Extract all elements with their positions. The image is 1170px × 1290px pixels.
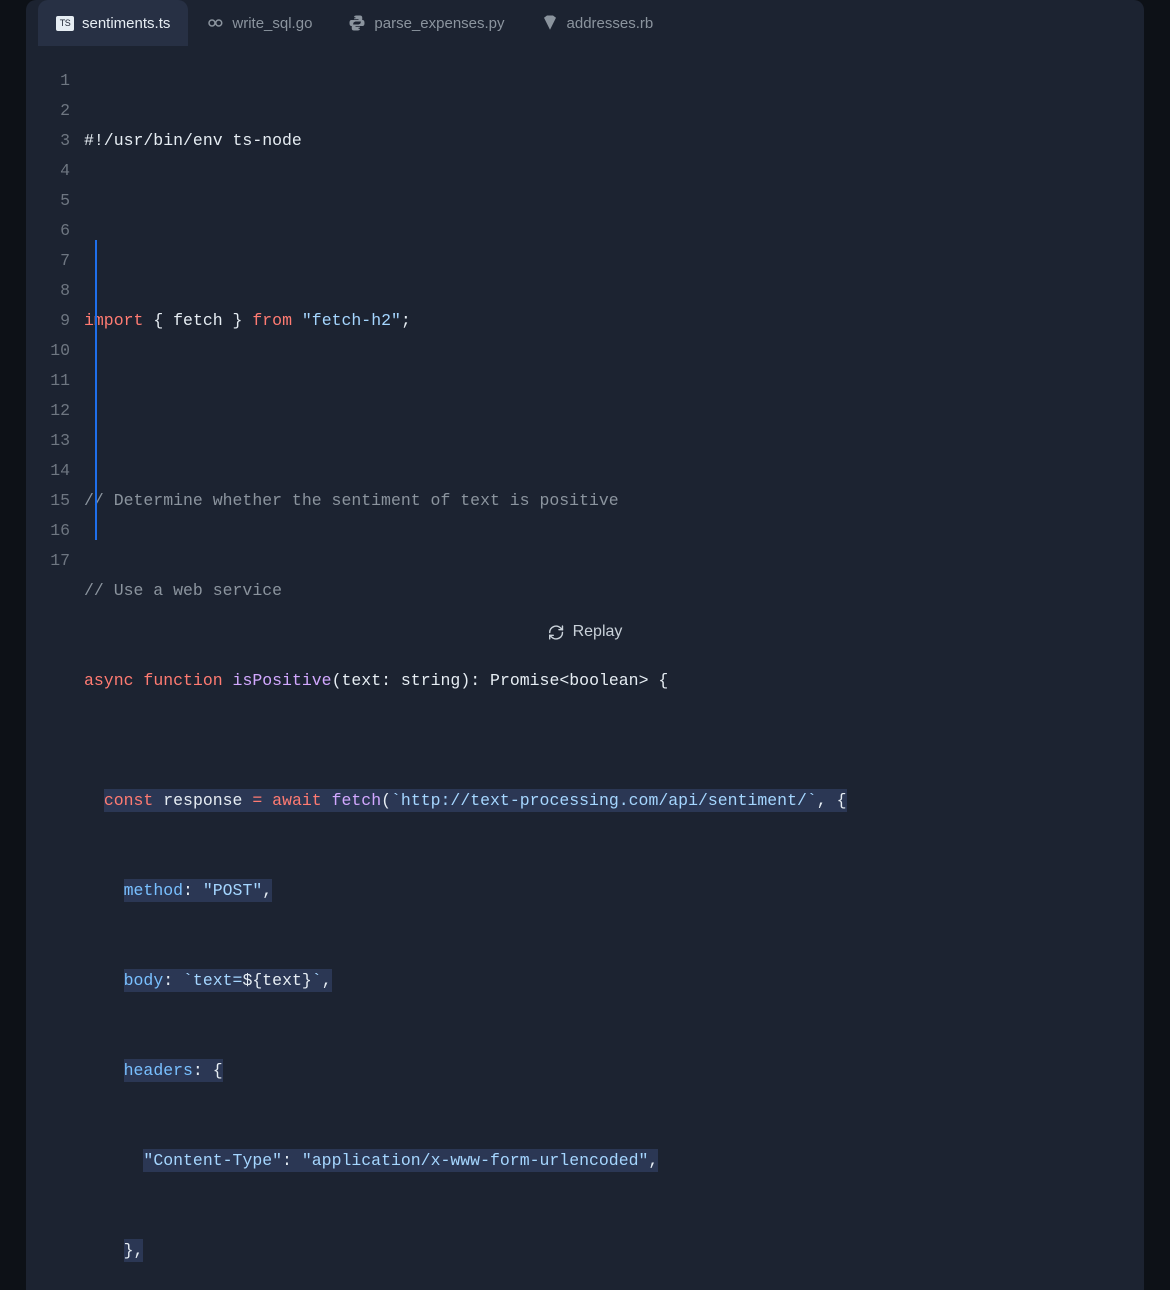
line-number: 9 xyxy=(26,306,70,336)
line-number: 5 xyxy=(26,186,70,216)
code-line xyxy=(84,396,1144,426)
code-line-suggestion: }, xyxy=(84,1236,1144,1266)
tab-bar: TS sentiments.ts write_sql.go parse_expe… xyxy=(26,0,1144,46)
line-number: 1 xyxy=(26,66,70,96)
code-line: #!/usr/bin/env ts-node xyxy=(84,126,1144,156)
code-line-suggestion: const response = await fetch(`http://tex… xyxy=(84,786,1144,816)
suggestion-indicator-bar xyxy=(95,240,97,540)
tab-sentiments[interactable]: TS sentiments.ts xyxy=(38,0,188,46)
tab-label: addresses.rb xyxy=(567,15,654,32)
go-icon xyxy=(206,14,224,32)
line-number: 2 xyxy=(26,96,70,126)
code-line-suggestion: headers: { xyxy=(84,1056,1144,1086)
tab-parse-expenses[interactable]: parse_expenses.py xyxy=(330,0,522,46)
ts-icon: TS xyxy=(56,16,74,31)
code-line: import { fetch } from "fetch-h2"; xyxy=(84,306,1144,336)
line-number: 14 xyxy=(26,456,70,486)
tab-write-sql[interactable]: write_sql.go xyxy=(188,0,330,46)
line-number: 6 xyxy=(26,216,70,246)
tab-label: parse_expenses.py xyxy=(374,15,504,32)
line-number: 17 xyxy=(26,546,70,576)
line-number: 16 xyxy=(26,516,70,546)
line-number: 13 xyxy=(26,426,70,456)
line-number: 10 xyxy=(26,336,70,366)
code-line: // Determine whether the sentiment of te… xyxy=(84,486,1144,516)
line-number: 7 xyxy=(26,246,70,276)
code-area[interactable]: #!/usr/bin/env ts-node import { fetch } … xyxy=(84,66,1144,1290)
code-line: // Use a web service xyxy=(84,576,1144,606)
code-line: async function isPositive(text: string):… xyxy=(84,666,1144,696)
replay-button[interactable]: Replay xyxy=(548,623,623,641)
replay-label: Replay xyxy=(573,623,623,641)
refresh-icon xyxy=(548,624,565,641)
line-number-gutter: 1234567891011121314151617 xyxy=(26,66,84,1290)
python-icon xyxy=(348,14,366,32)
ruby-icon xyxy=(541,14,559,32)
tab-label: sentiments.ts xyxy=(82,15,170,32)
line-number: 3 xyxy=(26,126,70,156)
line-number: 11 xyxy=(26,366,70,396)
tab-addresses[interactable]: addresses.rb xyxy=(523,0,672,46)
line-number: 15 xyxy=(26,486,70,516)
code-line-suggestion: body: `text=${text}`, xyxy=(84,966,1144,996)
line-number: 4 xyxy=(26,156,70,186)
line-number: 8 xyxy=(26,276,70,306)
code-line xyxy=(84,216,1144,246)
editor-window: TS sentiments.ts write_sql.go parse_expe… xyxy=(26,0,1144,1290)
shebang: #!/usr/bin/env ts-node xyxy=(84,131,302,150)
tab-label: write_sql.go xyxy=(232,15,312,32)
line-number: 12 xyxy=(26,396,70,426)
code-line-suggestion: method: "POST", xyxy=(84,876,1144,906)
editor-body: 1234567891011121314151617 #!/usr/bin/env… xyxy=(26,46,1144,1290)
code-line-suggestion: "Content-Type": "application/x-www-form-… xyxy=(84,1146,1144,1176)
